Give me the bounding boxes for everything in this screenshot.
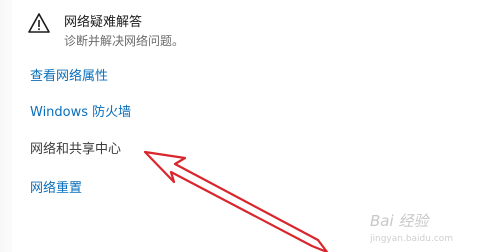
- view-network-properties-link[interactable]: 查看网络属性: [30, 65, 108, 84]
- baidu-watermark: Bai 经验 jingyan.baidu.com: [369, 212, 453, 244]
- windows-firewall-link[interactable]: Windows 防火墙: [30, 101, 131, 120]
- network-troubleshooter[interactable]: 网络疑难解答 诊断并解决网络问题。: [28, 10, 328, 50]
- troubleshooter-description: 诊断并解决网络问题。: [64, 34, 185, 48]
- network-reset-link[interactable]: 网络重置: [30, 177, 82, 196]
- network-sharing-center-link[interactable]: 网络和共享中心: [30, 138, 121, 157]
- svg-text:Bai 经验: Bai 经验: [370, 212, 430, 230]
- warning-triangle-icon: [28, 13, 50, 33]
- svg-text:jingyan.baidu.com: jingyan.baidu.com: [369, 234, 453, 244]
- left-edge-panel: [0, 0, 12, 252]
- troubleshooter-title: 网络疑难解答: [64, 15, 143, 30]
